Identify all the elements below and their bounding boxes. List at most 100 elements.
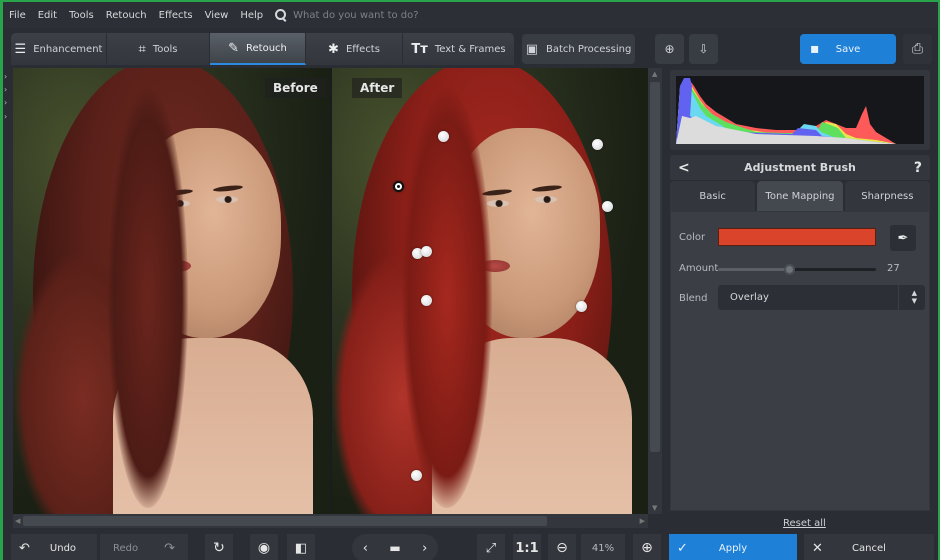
- brush-pin[interactable]: [592, 139, 603, 150]
- scroll-left-icon[interactable]: ◀: [15, 517, 20, 525]
- preset-download-icon: ⇩: [698, 42, 709, 56]
- color-swatch[interactable]: [718, 228, 876, 246]
- vertical-scrollbar[interactable]: ▲ ▼: [648, 68, 662, 514]
- apply-button[interactable]: ✓ Apply: [669, 534, 797, 560]
- menu-view[interactable]: View: [199, 10, 235, 21]
- histogram-graph: [676, 76, 924, 144]
- cancel-button[interactable]: ✕ Cancel: [804, 534, 934, 560]
- search-box[interactable]: What do you want to do?: [275, 9, 419, 21]
- folder-icon[interactable]: ▬: [389, 541, 400, 555]
- print-button[interactable]: ⎙: [903, 34, 932, 64]
- next-image-icon[interactable]: ›: [422, 541, 427, 556]
- eye-icon: ◉: [257, 540, 271, 556]
- preset-download-button[interactable]: ⇩: [689, 34, 718, 64]
- undo-label: Undo: [49, 542, 77, 554]
- tab-text-frames[interactable]: Tт Text & Frames: [403, 33, 514, 65]
- images-icon: ▣: [525, 41, 538, 57]
- undo-button[interactable]: ↶ Undo: [11, 534, 97, 560]
- amount-slider-handle[interactable]: [784, 264, 796, 275]
- scroll-down-icon[interactable]: ▼: [652, 504, 657, 512]
- brush-pin[interactable]: [421, 246, 432, 257]
- brush-pin-selected[interactable]: [393, 181, 404, 192]
- bottom-bar: ↶ Undo Redo ↷ ↻ ◉ ◧ ‹ ▬ › ⤢ 1:1 ⊖ 41% ⊕ …: [3, 532, 938, 560]
- zoom-out-icon: ⊖: [556, 540, 568, 556]
- before-label: Before: [265, 78, 326, 98]
- checkmark-icon: ✓: [677, 540, 688, 556]
- brush-pin[interactable]: [602, 201, 613, 212]
- expand-chevron-icon[interactable]: ›: [4, 85, 7, 94]
- tab-label: Effects: [345, 43, 380, 55]
- horizontal-scrollbar[interactable]: ◀ ▶: [13, 514, 648, 528]
- batch-processing-label: Batch Processing: [545, 43, 632, 55]
- crop-icon: ⌗: [138, 41, 146, 57]
- actual-size-button[interactable]: 1:1: [513, 534, 541, 560]
- color-label: Color: [679, 232, 706, 243]
- app-window: File Edit Tools Retouch Effects View Hel…: [0, 0, 940, 560]
- preset-add-button[interactable]: ⊕: [655, 34, 684, 64]
- preview-toggle-button[interactable]: ◉: [250, 534, 278, 560]
- rotate-button[interactable]: ↻: [205, 534, 233, 560]
- help-icon[interactable]: ?: [914, 160, 922, 176]
- expand-chevron-icon[interactable]: ›: [4, 72, 7, 81]
- horizontal-scroll-thumb[interactable]: [23, 516, 547, 526]
- compare-button[interactable]: ◧: [287, 534, 315, 560]
- back-chevron-icon[interactable]: <: [678, 160, 690, 176]
- amount-label: Amount: [679, 263, 719, 274]
- menu-file[interactable]: File: [3, 10, 32, 21]
- zoom-in-button[interactable]: ⊕: [633, 534, 661, 560]
- menu-effects[interactable]: Effects: [153, 10, 199, 21]
- save-label: Save: [835, 43, 861, 55]
- menu-tools[interactable]: Tools: [63, 10, 100, 21]
- expand-chevron-icon[interactable]: ›: [4, 98, 7, 107]
- menu-retouch[interactable]: Retouch: [100, 10, 153, 21]
- expand-chevron-icon[interactable]: ›: [4, 112, 7, 121]
- menu-edit[interactable]: Edit: [32, 10, 63, 21]
- floppy-disk-icon: ▪: [810, 41, 820, 57]
- brush-subtabs: Basic Tone Mapping Sharpness: [670, 181, 930, 211]
- redo-label: Redo: [112, 542, 139, 554]
- tab-tools[interactable]: ⌗ Tools: [107, 33, 210, 65]
- eyedropper-button[interactable]: ✒: [890, 225, 916, 251]
- tab-label: Tools: [152, 43, 178, 55]
- blend-value: Overlay: [730, 292, 769, 303]
- save-button[interactable]: ▪ Save: [800, 34, 896, 64]
- amount-slider-fill: [718, 268, 790, 271]
- subtab-basic[interactable]: Basic: [670, 181, 756, 211]
- image-canvas[interactable]: Before After: [13, 68, 648, 514]
- previous-image-icon[interactable]: ‹: [363, 541, 368, 556]
- fit-screen-button[interactable]: ⤢: [477, 534, 505, 560]
- compare-icon: ◧: [294, 540, 308, 556]
- brush-pin[interactable]: [421, 295, 432, 306]
- panel-title: Adjustment Brush: [744, 161, 856, 174]
- updown-chevron-icon: ▲ ▼: [911, 289, 917, 305]
- zoom-out-button[interactable]: ⊖: [548, 534, 576, 560]
- tab-label: Enhancement: [33, 43, 103, 55]
- reset-all-link[interactable]: Reset all: [783, 518, 826, 529]
- subtab-tone-mapping[interactable]: Tone Mapping: [757, 181, 843, 211]
- redo-button[interactable]: Redo ↷: [100, 534, 188, 560]
- after-label: After: [352, 78, 403, 98]
- brush-pin[interactable]: [576, 301, 587, 312]
- tab-enhancement[interactable]: ☰ Enhancement: [11, 33, 107, 65]
- menu-bar: File Edit Tools Retouch Effects View Hel…: [3, 2, 938, 28]
- tab-retouch[interactable]: ✎ Retouch: [210, 33, 306, 65]
- main-toolbar: ☰ Enhancement ⌗ Tools ✎ Retouch ✱ Effect…: [3, 28, 938, 68]
- subtab-sharpness[interactable]: Sharpness: [844, 181, 930, 211]
- image-navigator: ‹ ▬ ›: [352, 534, 438, 560]
- tab-effects[interactable]: ✱ Effects: [306, 33, 403, 65]
- collapsed-side-strip: › › › ›: [3, 68, 11, 518]
- vertical-scroll-thumb[interactable]: [650, 82, 660, 452]
- blend-mode-select[interactable]: Overlay ▲ ▼: [718, 285, 925, 310]
- brush-pin[interactable]: [411, 470, 422, 481]
- after-image: After: [332, 68, 648, 514]
- search-placeholder[interactable]: What do you want to do?: [293, 10, 418, 21]
- batch-processing-button[interactable]: ▣ Batch Processing: [522, 34, 635, 64]
- scroll-up-icon[interactable]: ▲: [652, 70, 657, 78]
- menu-help[interactable]: Help: [234, 10, 269, 21]
- amount-slider[interactable]: [718, 264, 876, 275]
- eyedropper-icon: ✒: [897, 230, 909, 246]
- zoom-in-icon: ⊕: [641, 540, 653, 556]
- brush-pin[interactable]: [438, 131, 449, 142]
- scroll-right-icon[interactable]: ▶: [640, 517, 645, 525]
- brush-properties: Color ✒ Amount 27 Blend Overlay ▲ ▼: [670, 211, 930, 511]
